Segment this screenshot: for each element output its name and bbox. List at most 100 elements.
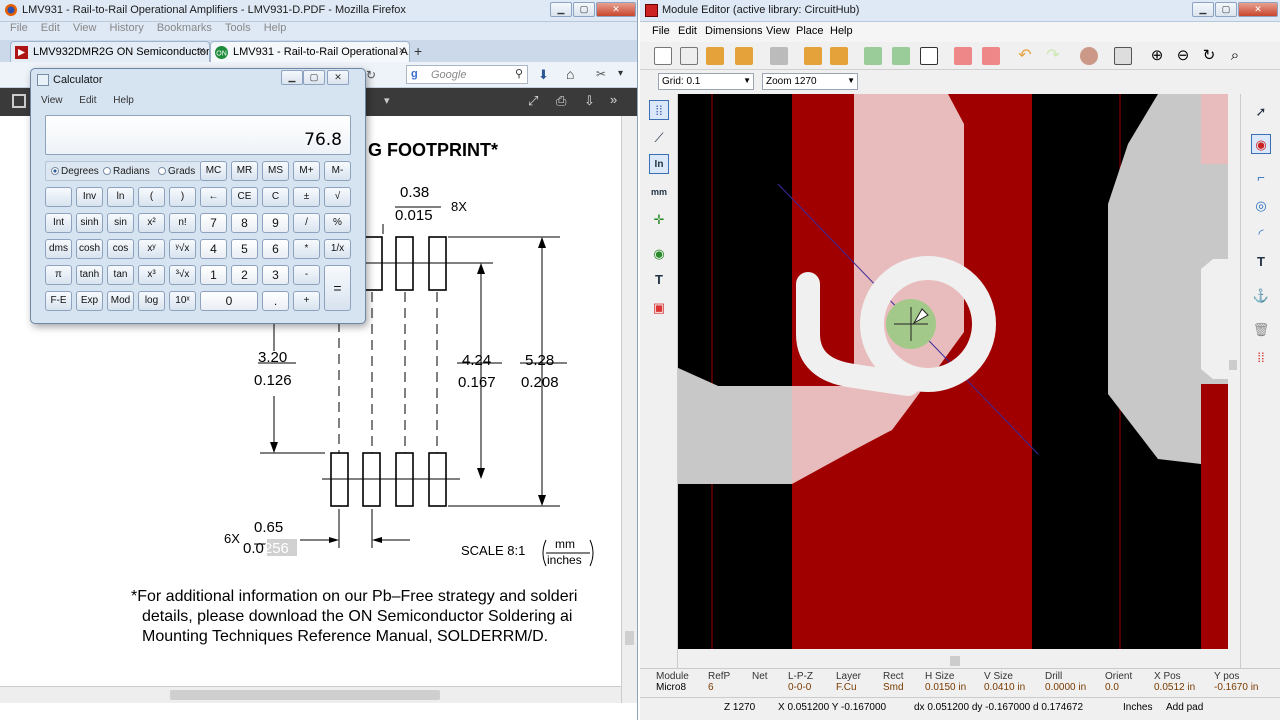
key-button[interactable]: Inv <box>76 187 103 207</box>
key-button[interactable]: 1 <box>200 265 227 285</box>
reload-icon[interactable]: ↻ <box>366 68 376 82</box>
scroll-thumb[interactable] <box>625 631 634 645</box>
polar-coords-icon[interactable]: ⟋ <box>649 128 669 148</box>
key-button[interactable]: x² <box>138 213 165 233</box>
menu-edit[interactable]: Edit <box>79 95 96 106</box>
vertical-scrollbar[interactable] <box>621 116 637 703</box>
more-icon[interactable]: » <box>610 92 617 107</box>
zoom-dropdown-icon[interactable]: ▾ <box>384 94 390 107</box>
key-button[interactable]: ± <box>293 187 320 207</box>
key-button[interactable]: 1/x <box>324 239 351 259</box>
menu-help[interactable]: Help <box>830 25 853 37</box>
maximize-button[interactable]: ▢ <box>303 70 325 85</box>
maximize-button[interactable]: ▢ <box>573 2 595 17</box>
canvas-vertical-scrollbar[interactable] <box>1228 94 1238 655</box>
undo-icon[interactable]: ↶ <box>1016 47 1034 65</box>
close-tab-icon[interactable]: × <box>199 45 205 57</box>
pad-sketch-icon[interactable]: ◉ <box>649 244 669 264</box>
minimize-button[interactable]: ▁ <box>1192 2 1214 17</box>
key-button[interactable]: ln <box>107 187 134 207</box>
scroll-thumb[interactable] <box>950 656 960 666</box>
key-button[interactable]: CE <box>231 187 258 207</box>
download-icon[interactable]: ⬇ <box>538 67 549 83</box>
save-icon[interactable]: ⇩ <box>584 93 595 109</box>
scroll-thumb[interactable] <box>1229 360 1237 370</box>
key-button[interactable]: + <box>293 291 320 311</box>
memory-mc-button[interactable]: MC <box>200 161 227 181</box>
close-button[interactable]: ✕ <box>327 70 349 85</box>
menu-file[interactable]: File <box>652 25 670 37</box>
key-button[interactable]: x³ <box>138 265 165 285</box>
print-icon[interactable]: ⎙ <box>556 93 566 109</box>
menu-place[interactable]: Place <box>796 25 824 37</box>
sidebar-toggle-icon[interactable] <box>12 94 26 108</box>
key-button[interactable]: 6 <box>262 239 289 259</box>
key-button[interactable]: sinh <box>76 213 103 233</box>
tools-icon[interactable]: ✂ <box>596 67 606 81</box>
key-button[interactable]: log <box>138 291 165 311</box>
key-button[interactable]: 7 <box>200 213 227 233</box>
tab-lmv932[interactable]: LMV932DMR2G ON Semiconductor | ... × <box>10 41 210 62</box>
radio-radians[interactable]: Radians <box>103 166 150 177</box>
menu-tools[interactable]: Tools <box>225 22 251 34</box>
key-button[interactable]: Mod <box>107 291 134 311</box>
redraw-icon[interactable]: ↻ <box>1200 47 1218 65</box>
open-library-icon[interactable] <box>654 47 672 65</box>
key-button[interactable]: / <box>293 213 320 233</box>
key-button[interactable]: sin <box>107 213 134 233</box>
key-button[interactable]: 2 <box>231 265 258 285</box>
tab-lmv931[interactable]: ON LMV931 - Rail-to-Rail Operational A..… <box>210 41 410 62</box>
key-button[interactable]: ) <box>169 187 196 207</box>
add-text-icon[interactable]: T <box>1251 252 1271 272</box>
menu-bookmarks[interactable]: Bookmarks <box>157 22 212 34</box>
key-button[interactable]: 9 <box>262 213 289 233</box>
delete-item-icon[interactable]: 🗑 <box>1251 320 1271 340</box>
key-button[interactable]: n! <box>169 213 196 233</box>
close-tab-icon[interactable]: × <box>399 45 405 57</box>
add-pad-icon[interactable]: ◉ <box>1251 134 1271 154</box>
key-button[interactable]: = <box>324 265 351 311</box>
key-button[interactable]: π <box>45 265 72 285</box>
inches-units-icon[interactable]: In <box>649 154 669 174</box>
key-button[interactable]: 4 <box>200 239 227 259</box>
print-icon[interactable] <box>1114 47 1132 65</box>
new-tab-button[interactable]: + <box>414 43 422 59</box>
anchor-icon[interactable]: ⚓ <box>1251 286 1271 306</box>
properties-icon[interactable] <box>920 47 938 65</box>
menu-chevron-down-icon[interactable]: ▾ <box>618 68 623 79</box>
zoom-in-icon[interactable]: ⊕ <box>1148 47 1166 65</box>
save-library-icon[interactable] <box>706 47 724 65</box>
key-button[interactable]: tan <box>107 265 134 285</box>
key-button[interactable]: ʸ√x <box>169 239 196 259</box>
add-circle-icon[interactable]: ◎ <box>1251 196 1271 216</box>
fullscreen-icon[interactable]: ⤢ <box>528 93 538 109</box>
key-button[interactable]: % <box>324 213 351 233</box>
scroll-thumb[interactable] <box>170 690 440 700</box>
pcb-canvas[interactable] <box>678 94 1228 655</box>
menu-file[interactable]: File <box>10 22 28 34</box>
key-button[interactable]: Int <box>45 213 72 233</box>
maximize-button[interactable]: ▢ <box>1215 2 1237 17</box>
key-button[interactable]: xʸ <box>138 239 165 259</box>
mm-units-icon[interactable]: mm <box>649 182 669 202</box>
close-button[interactable]: ✕ <box>1238 2 1278 17</box>
close-button[interactable]: ✕ <box>596 2 636 17</box>
menu-view[interactable]: View <box>73 22 97 34</box>
menu-edit[interactable]: Edit <box>41 22 60 34</box>
memory-mplus-button[interactable]: M+ <box>293 161 320 181</box>
menu-edit[interactable]: Edit <box>678 25 697 37</box>
grid-origin-icon[interactable]: ⁞⁞ <box>1251 348 1271 368</box>
select-arrow-icon[interactable]: ➚ <box>1251 102 1271 122</box>
load-module-icon[interactable] <box>804 47 822 65</box>
zoom-out-icon[interactable]: ⊖ <box>1174 47 1192 65</box>
grid-select[interactable]: Grid: 0.1 ▼ <box>658 73 754 90</box>
add-line-icon[interactable]: ⌐ <box>1251 168 1271 188</box>
menu-help[interactable]: Help <box>113 95 134 106</box>
key-button[interactable]: 10ˣ <box>169 291 196 311</box>
key-button[interactable]: √ <box>324 187 351 207</box>
key-button[interactable]: * <box>293 239 320 259</box>
key-button[interactable]: 3 <box>262 265 289 285</box>
pad-settings-icon[interactable] <box>954 47 972 65</box>
grid-toggle-icon[interactable]: ⁞⁞ <box>649 100 669 120</box>
redo-icon[interactable]: ↷ <box>1044 47 1062 65</box>
